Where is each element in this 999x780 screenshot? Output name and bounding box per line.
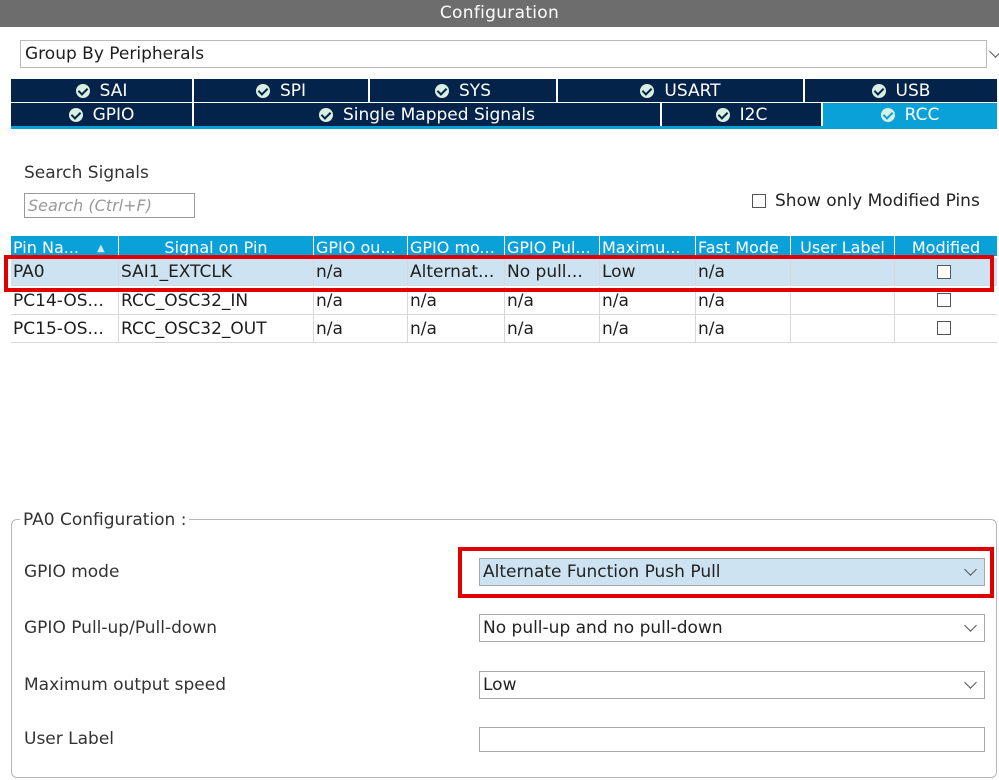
tab-label: GPIO <box>92 104 135 125</box>
cell-user-label <box>791 315 895 342</box>
user-label-label: User Label <box>24 729 115 749</box>
check-circle-icon <box>715 107 730 122</box>
max-speed-value: Low <box>483 675 517 695</box>
column-header-pin-name[interactable]: Pin Na... ▲ <box>11 236 119 256</box>
column-header-signal[interactable]: Signal on Pin <box>119 236 314 256</box>
tab-label: SPI <box>279 80 307 101</box>
tab-sys[interactable]: SYS <box>370 79 556 102</box>
check-circle-icon <box>68 107 83 122</box>
check-circle-icon <box>880 107 895 122</box>
tab-usb[interactable]: USB <box>805 79 997 102</box>
column-header-gpio-mode[interactable]: GPIO mo... <box>408 236 505 256</box>
tab-spi[interactable]: SPI <box>194 79 368 102</box>
column-header-modified[interactable]: Modified <box>895 236 997 256</box>
tab-label: RCC <box>904 104 940 125</box>
sort-ascending-icon: ▲ <box>97 243 105 254</box>
check-circle-icon <box>255 83 270 98</box>
check-circle-icon <box>871 83 886 98</box>
tab-underline <box>11 126 997 129</box>
column-header-gpio-pull[interactable]: GPIO Pul... <box>505 236 600 256</box>
group-by-value: Group By Peripherals <box>25 44 205 64</box>
show-modified-checkbox[interactable] <box>752 194 766 208</box>
cell-pin: PC15-OS... <box>11 315 119 342</box>
cell-max-speed: n/a <box>600 315 696 342</box>
gpio-pull-select[interactable]: No pull-up and no pull-down <box>479 614 985 642</box>
tab-label: SAI <box>99 80 128 101</box>
user-label-field[interactable] <box>479 727 985 752</box>
tab-label: USB <box>895 80 931 101</box>
tab-label: I2C <box>739 104 768 125</box>
modified-checkbox[interactable] <box>937 293 951 307</box>
row-highlight-box <box>4 255 994 292</box>
chevron-down-icon <box>964 619 977 632</box>
cell-fast-mode: n/a <box>696 315 791 342</box>
column-header-user-label[interactable]: User Label <box>791 236 895 256</box>
search-input[interactable] <box>28 196 188 215</box>
cell-signal: RCC_OSC32_OUT <box>119 315 314 342</box>
gpio-mode-label: GPIO mode <box>24 562 120 582</box>
window-title: Configuration <box>439 3 560 23</box>
pin-config-title: PA0 Configuration : <box>20 510 190 530</box>
gpio-pull-value: No pull-up and no pull-down <box>483 618 723 638</box>
cell-modified <box>895 315 997 342</box>
tab-sai[interactable]: SAI <box>11 79 192 102</box>
search-field[interactable] <box>24 193 195 218</box>
tab-gpio[interactable]: GPIO <box>11 103 192 126</box>
table-header: Pin Na... ▲ Signal on Pin GPIO ou... GPI… <box>11 236 997 256</box>
column-header-max-speed[interactable]: Maximu... <box>600 236 696 256</box>
show-modified-label: Show only Modified Pins <box>775 191 980 211</box>
column-header-gpio-output[interactable]: GPIO ou... <box>314 236 408 256</box>
tab-rcc[interactable]: RCC <box>823 103 997 126</box>
table-row[interactable]: PC15-OS... RCC_OSC32_OUT n/a n/a n/a n/a… <box>11 315 997 343</box>
cell-gpio-mode: n/a <box>408 315 505 342</box>
tab-usart[interactable]: USART <box>558 79 803 102</box>
tab-single-mapped-signals[interactable]: Single Mapped Signals <box>194 103 660 126</box>
search-label: Search Signals <box>24 163 149 183</box>
gpio-mode-highlight-box <box>458 547 994 598</box>
max-speed-label: Maximum output speed <box>24 675 226 695</box>
tab-label: Single Mapped Signals <box>342 104 536 125</box>
tab-i2c[interactable]: I2C <box>662 103 821 126</box>
check-circle-icon <box>75 83 90 98</box>
chevron-down-icon <box>964 676 977 689</box>
modified-checkbox[interactable] <box>937 321 951 335</box>
check-circle-icon <box>435 83 450 98</box>
column-header-fast-mode[interactable]: Fast Mode <box>696 236 791 256</box>
tab-label: USART <box>664 80 721 101</box>
cell-gpio-pull: n/a <box>505 315 600 342</box>
cell-gpio-output: n/a <box>314 315 408 342</box>
column-header-label: Pin Na... <box>13 238 79 256</box>
gpio-pull-label: GPIO Pull-up/Pull-down <box>24 618 218 638</box>
group-by-select[interactable]: Group By Peripherals <box>20 40 999 68</box>
window-title-bar: Configuration <box>0 0 999 27</box>
check-circle-icon <box>318 107 333 122</box>
chevron-down-icon <box>989 45 999 58</box>
tab-label: SYS <box>459 80 491 101</box>
max-speed-select[interactable]: Low <box>479 671 985 699</box>
check-circle-icon <box>640 83 655 98</box>
